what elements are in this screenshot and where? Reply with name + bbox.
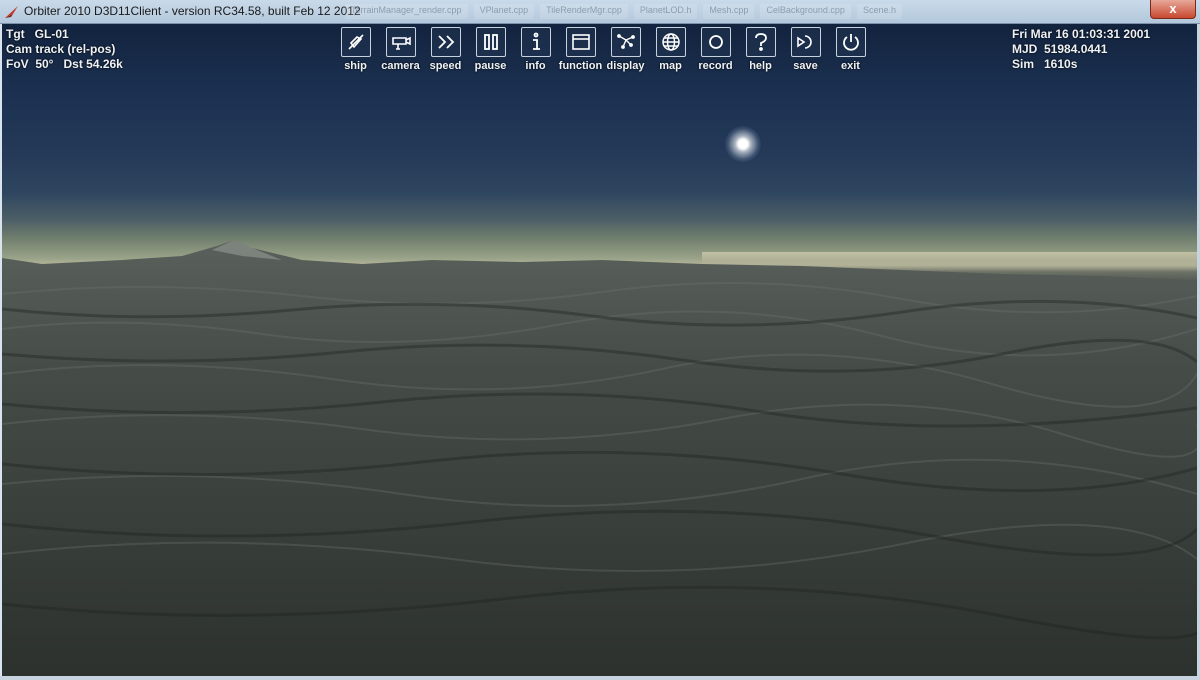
orbiter-app-icon	[5, 6, 18, 18]
info-button[interactable]: info	[513, 27, 558, 77]
map-button[interactable]: map	[648, 27, 693, 77]
background-tab: Scene.h	[856, 4, 902, 19]
power-icon	[842, 34, 859, 51]
help-button[interactable]: help	[738, 27, 783, 77]
save-label: save	[793, 60, 818, 72]
sun	[725, 126, 761, 162]
terrain-landscape	[2, 240, 1197, 676]
function-label: function	[558, 60, 603, 72]
background-tab: TerrainManager_render.cpp	[345, 4, 468, 19]
record-button-frame[interactable]	[700, 27, 731, 57]
background-tab: TileRenderMgr.cpp	[540, 4, 628, 19]
close-button[interactable]: x	[1150, 0, 1196, 19]
help-button-frame[interactable]	[745, 27, 776, 57]
speed-button[interactable]: speed	[423, 27, 468, 77]
ship-button-frame[interactable]	[340, 27, 371, 57]
ship-label: ship	[344, 60, 367, 72]
hud-fov-distance: FoV 50° Dst 54.26k	[6, 57, 123, 71]
question-icon	[754, 33, 767, 51]
background-tab: PlanetLOD.h	[633, 4, 698, 19]
pause-button-frame[interactable]	[475, 27, 506, 57]
camera-icon	[391, 36, 411, 50]
main-toolbar: ship camera speed pause info function di…	[333, 27, 873, 77]
pause-button[interactable]: pause	[468, 27, 513, 77]
camera-button-frame[interactable]	[385, 27, 416, 57]
record-label: record	[698, 60, 733, 72]
map-button-frame[interactable]	[655, 27, 686, 57]
window-icon	[571, 34, 590, 50]
speed-button-frame[interactable]	[430, 27, 461, 57]
display-label: display	[606, 60, 645, 72]
exit-button-frame[interactable]	[835, 27, 866, 57]
background-tabs: TerrainManager_render.cpp VPlanet.cpp Ti…	[345, 4, 1145, 19]
window-title: Orbiter 2010 D3D11Client - version RC34.…	[24, 4, 361, 18]
background-tab: VPlanet.cpp	[473, 4, 535, 19]
map-label: map	[659, 60, 682, 72]
save-button-frame[interactable]	[790, 27, 821, 57]
fast-forward-icon	[437, 35, 454, 49]
window-titlebar: Orbiter 2010 D3D11Client - version RC34.…	[0, 0, 1200, 24]
globe-icon	[661, 33, 680, 51]
exit-button[interactable]: exit	[828, 27, 873, 77]
pause-icon	[483, 34, 498, 50]
display-button-frame[interactable]	[610, 27, 641, 57]
record-button[interactable]: record	[693, 27, 738, 77]
camera-button[interactable]: camera	[378, 27, 423, 77]
info-label: info	[525, 60, 546, 72]
ship-icon	[347, 34, 364, 50]
camera-label: camera	[381, 60, 420, 72]
window-bottom-border	[0, 676, 1200, 680]
save-icon	[796, 35, 812, 49]
hud-mjd: MJD 51984.0441	[1012, 42, 1108, 56]
function-button[interactable]: function	[558, 27, 603, 77]
hud-time-panel: Fri Mar 16 01:03:31 2001 MJD 51984.0441 …	[1012, 27, 1150, 72]
record-icon	[708, 35, 723, 49]
pause-label: pause	[474, 60, 507, 72]
hud-target-panel: Tgt GL-01 Cam track (rel-pos) FoV 50° Ds…	[6, 27, 123, 72]
ship-button[interactable]: ship	[333, 27, 378, 77]
save-button[interactable]: save	[783, 27, 828, 77]
speed-label: speed	[429, 60, 462, 72]
background-tab: Mesh.cpp	[703, 4, 755, 19]
stars-icon	[616, 34, 635, 49]
close-icon: x	[1169, 1, 1177, 16]
background-tab: CelBackground.cpp	[760, 4, 851, 19]
hud-sim-time: Sim 1610s	[1012, 57, 1078, 71]
hud-camera-mode: Cam track (rel-pos)	[6, 42, 116, 56]
hud-target: Tgt GL-01	[6, 27, 69, 41]
display-button[interactable]: display	[603, 27, 648, 77]
function-button-frame[interactable]	[565, 27, 596, 57]
help-label: help	[749, 60, 772, 72]
info-button-frame[interactable]	[520, 27, 551, 57]
hud-date: Fri Mar 16 01:03:31 2001	[1012, 27, 1151, 41]
simulation-viewport[interactable]	[2, 24, 1197, 676]
exit-label: exit	[841, 60, 860, 72]
info-icon	[532, 32, 540, 50]
